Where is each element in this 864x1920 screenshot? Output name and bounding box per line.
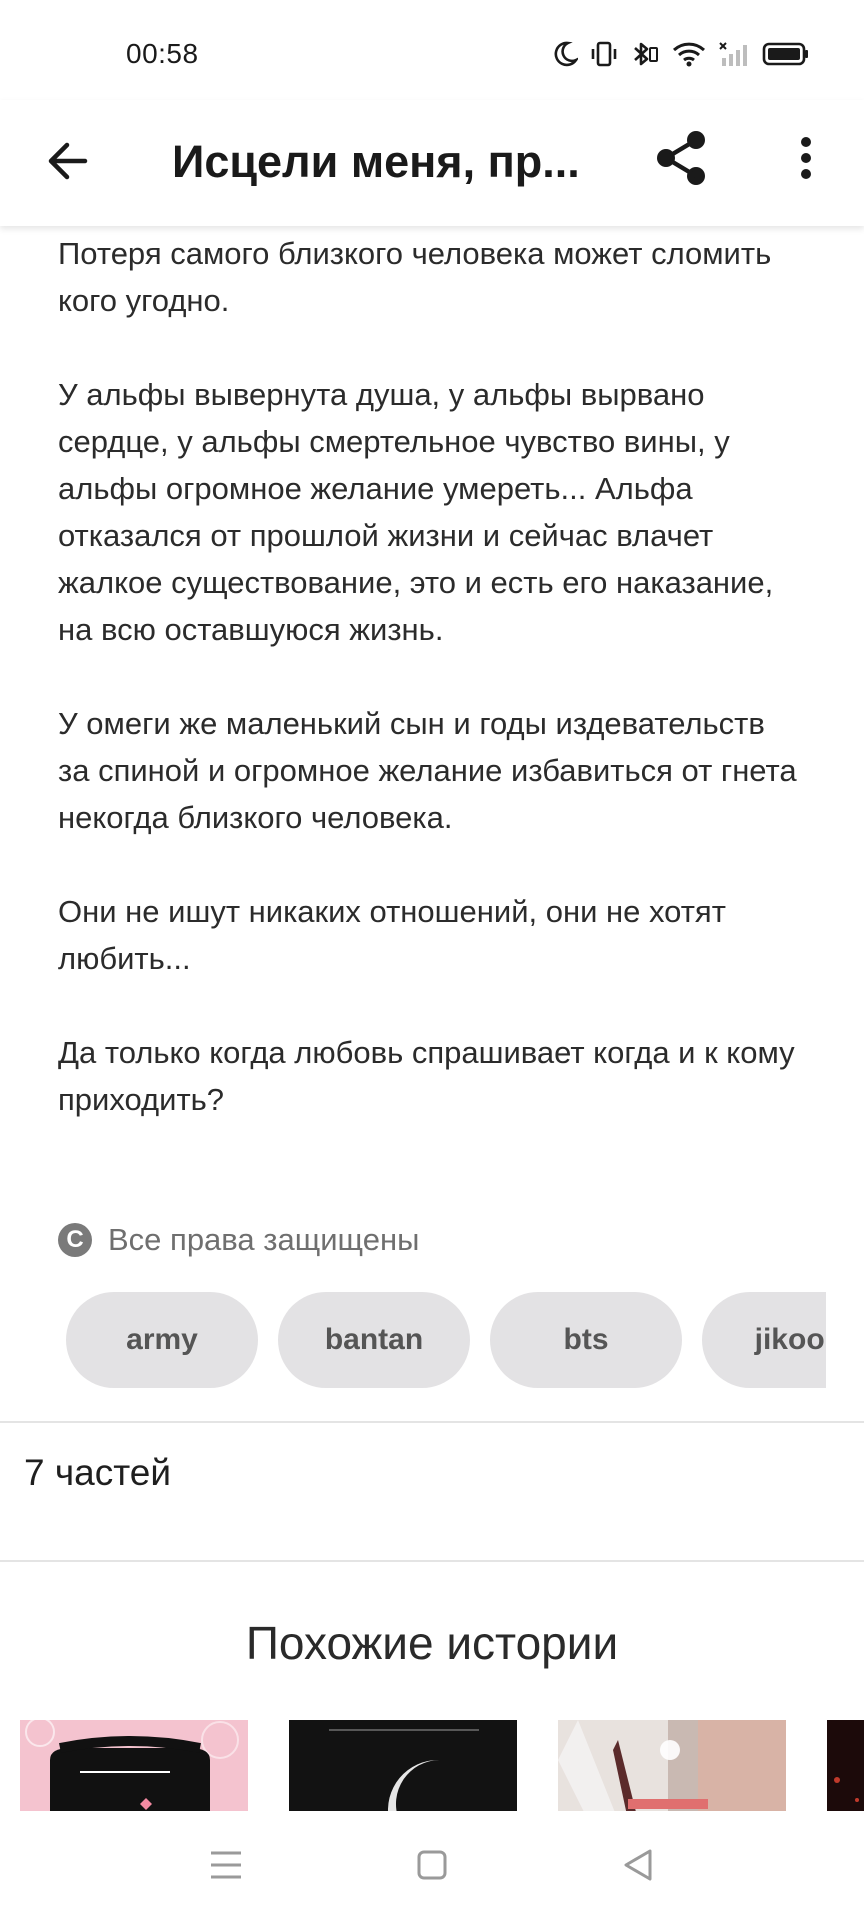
tag-chip[interactable]: army <box>66 1292 258 1388</box>
nav-back-button[interactable] <box>614 1843 662 1891</box>
recent-apps-button[interactable] <box>202 1843 250 1891</box>
status-time: 00:58 <box>126 38 199 69</box>
moon-icon <box>554 40 578 68</box>
story-description: Потеря самого близкого человека может сл… <box>58 230 798 1123</box>
description-paragraph: У альфы вывернута душа, у альфы вырвано … <box>58 377 774 647</box>
system-navigation-bar <box>0 1811 864 1920</box>
story-cover[interactable] <box>289 1720 517 1811</box>
copyright-label: Все права защищены <box>108 1222 420 1257</box>
back-triangle-icon <box>622 1848 654 1887</box>
story-cover[interactable] <box>827 1720 864 1811</box>
description-paragraph: Они не ишут никаких отношений, они не хо… <box>58 894 726 976</box>
copyright-icon: C <box>58 1223 92 1257</box>
divider <box>0 1560 864 1562</box>
back-button[interactable] <box>34 130 100 196</box>
story-title: Исцели меня, пр... <box>172 136 580 187</box>
wifi-icon <box>672 40 706 68</box>
menu-icon <box>209 1850 243 1885</box>
signal-icon <box>718 40 750 68</box>
status-bar: 00:58 <box>0 0 864 100</box>
battery-icon <box>762 40 810 68</box>
tag-chip[interactable]: bts <box>490 1292 682 1388</box>
app-bar: Исцели меня, пр... <box>0 100 864 226</box>
share-button[interactable] <box>646 124 718 196</box>
story-details-content[interactable]: Потеря самого близкого человека может сл… <box>0 226 864 1811</box>
divider <box>0 1421 864 1423</box>
description-paragraph: Да только когда любовь спрашивает когда … <box>58 1035 795 1117</box>
tag-chip[interactable]: jikook <box>702 1292 826 1388</box>
vibrate-icon <box>590 40 618 68</box>
more-vert-icon <box>799 136 813 185</box>
description-paragraph: У омеги же маленький сын и годы издевате… <box>58 706 797 835</box>
copyright-notice: C Все права защищены <box>58 1222 419 1258</box>
status-icons <box>554 36 810 72</box>
story-cover[interactable] <box>558 1720 786 1811</box>
parts-count[interactable]: 7 частей <box>24 1452 171 1494</box>
share-icon <box>652 128 712 193</box>
story-cover[interactable] <box>20 1720 248 1811</box>
description-paragraph: Потеря самого близкого человека может сл… <box>58 236 772 318</box>
bluetooth-icon <box>630 40 660 68</box>
home-button[interactable] <box>408 1843 456 1891</box>
more-options-button[interactable] <box>776 124 836 196</box>
home-square-icon <box>416 1849 448 1886</box>
similar-stories-title: Похожие истории <box>245 1617 619 1669</box>
arrow-left-icon <box>45 141 89 186</box>
similar-stories-carousel[interactable] <box>20 1720 864 1811</box>
tag-chip[interactable]: bantan <box>278 1292 470 1388</box>
tags-row[interactable]: army bantan bts jikook <box>66 1292 826 1388</box>
